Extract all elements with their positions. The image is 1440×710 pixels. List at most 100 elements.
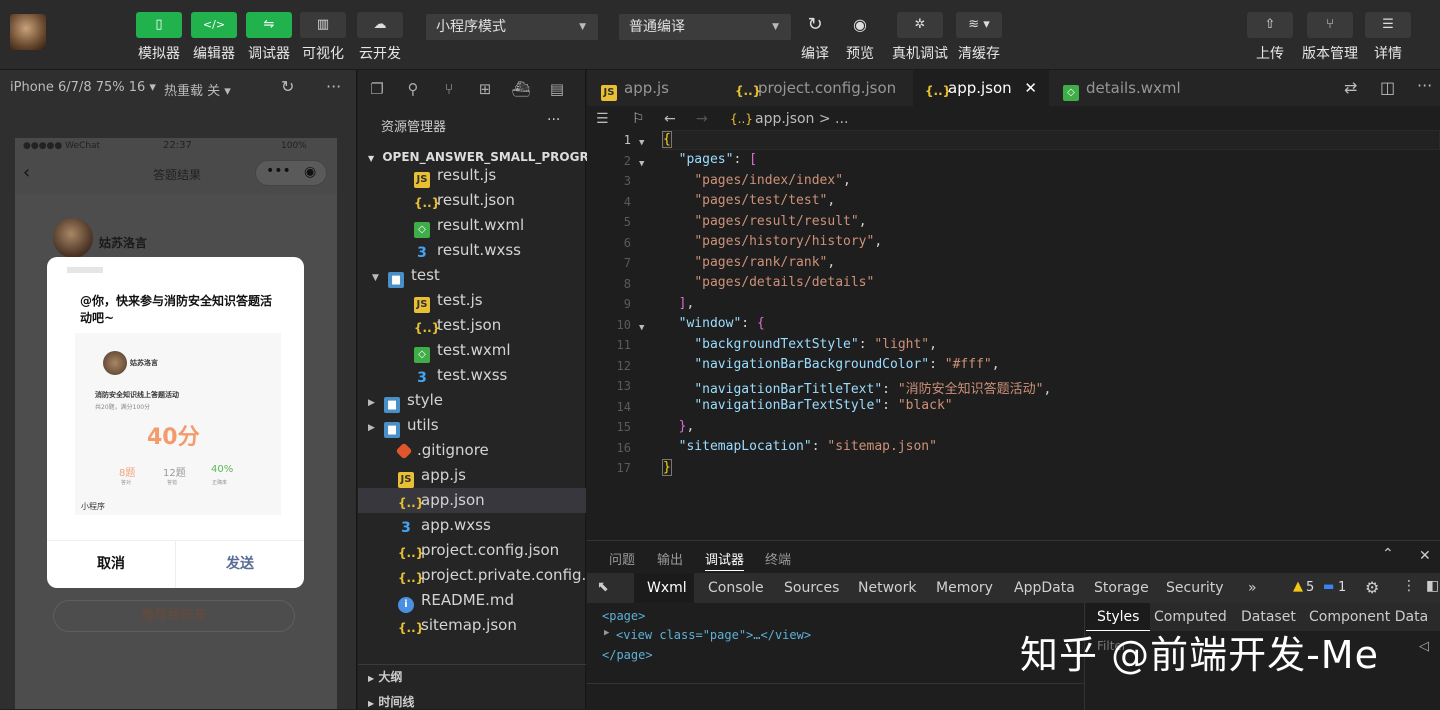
gear-icon[interactable]: ⚙ [1365,578,1379,597]
dom-node[interactable]: <view class="page">…</view> [616,628,811,642]
timeline-section[interactable]: ▶ 时间线 [368,693,414,710]
close-circle-icon[interactable]: ◉ [304,164,316,180]
devtab-storage[interactable]: Storage [1094,573,1149,603]
upload-button[interactable]: ⇧ 上传 [1241,12,1299,63]
close-icon[interactable]: ✕ [1024,70,1037,106]
devtab-memory[interactable]: Memory [936,573,993,603]
forward-arrow-icon[interactable]: → [696,106,708,132]
file-test-js[interactable]: JS test.js [358,288,586,313]
send-button[interactable]: 发送 [176,541,304,588]
split-editor-icon[interactable]: ◫ [1380,78,1395,97]
sidebar-toggle-icon[interactable]: ◁ [1419,639,1429,654]
visual-button[interactable]: ▥ 可视化 [294,12,352,63]
folder-test[interactable]: ▼ ▆ test [358,263,586,288]
tab-debugger[interactable]: 调试器 [705,549,745,571]
files-icon[interactable]: ❐ [366,78,388,100]
fold-icon[interactable]: ▼ [639,159,644,169]
dock-icon[interactable]: ◧ [1426,578,1439,594]
code-editor[interactable]: 1 2 3 4 5 6 7 8 9 10 11 12 13 14 15 16 17 ▼ ▼ ▼ { "pages… [587,130,1440,540]
devtab-appdata[interactable]: AppData [1014,573,1075,603]
file-project-private-config-js[interactable]: {..}project.private.config.js... [358,563,586,588]
share-card[interactable]: 姑苏洛言 消防安全知识线上答题活动 共20题，满分100分 40分 8题 答对 … [75,333,281,515]
version-button[interactable]: ⑂ 版本管理 [1298,12,1362,63]
tab-output[interactable]: 输出 [657,549,683,568]
back-icon[interactable]: ‹ [23,162,30,183]
hot-reload-toggle[interactable]: 热重载 关 ▾ [164,80,231,99]
avatar[interactable] [10,14,46,50]
folder-style[interactable]: ▶ ▆ style [358,388,586,413]
file-app-json[interactable]: {..}app.json [358,488,586,513]
devtab-network[interactable]: Network [858,573,916,603]
warning-icon[interactable]: ▲ [1293,579,1303,594]
file-app-js[interactable]: JS app.js [358,463,586,488]
tab-problems[interactable]: 问题 [609,549,635,568]
device-select[interactable]: iPhone 6/7/8 75% 16 ▾ [10,80,156,95]
chevron-down-icon[interactable]: ▼ [372,266,386,288]
devtab-console[interactable]: Console [708,573,764,603]
preview-button[interactable]: ◉ 预览 [831,12,889,63]
file-project-config-json[interactable]: {..}project.config.json [358,538,586,563]
real-debug-button[interactable]: ✲ 真机调试 [891,12,949,63]
file-result-js[interactable]: JS result.js [358,163,586,188]
simulator-button[interactable]: ▯ 模拟器 [130,12,188,63]
file-sitemap-json[interactable]: {..}sitemap.json [358,613,586,638]
bookmark-icon[interactable]: ⚐ [632,106,645,132]
file-test-wxml[interactable]: ◇ test.wxml [358,338,586,363]
expand-icon[interactable]: ▶ [604,628,609,638]
source-control-icon[interactable]: ⑂ [438,78,460,100]
more-icon[interactable]: ··· [326,77,341,96]
file-test-json[interactable]: {..}test.json [358,313,586,338]
kebab-icon[interactable]: ⋮ [1402,578,1416,594]
file-test-wxss[interactable]: 3 test.wxss [358,363,586,388]
inspect-icon[interactable]: ⬉ [597,579,609,595]
more-icon[interactable]: ••• [266,163,291,179]
editor-button[interactable]: </> 编辑器 [185,12,243,63]
devtab-more[interactable]: » [1248,573,1257,603]
devtab-sources[interactable]: Sources [784,573,839,603]
mode-select[interactable]: 小程序模式 ▼ [426,14,598,40]
capsule-button[interactable]: ••• ◉ [255,160,327,186]
message-icon[interactable]: ▬ [1323,579,1334,593]
line-number: 10 [616,317,631,332]
chevron-right-icon[interactable]: ▶ [368,391,382,413]
cloud-button[interactable]: ☁ 云开发 [351,12,409,63]
details-button[interactable]: ☰ 详情 [1359,12,1417,63]
more-icon[interactable]: ··· [547,112,560,128]
tab-details-wxml[interactable]: ◇ details.wxml [1049,70,1209,106]
cancel-button[interactable]: 取消 [47,541,175,588]
file-result-wxml[interactable]: ◇ result.wxml [358,213,586,238]
devtab-wxml[interactable]: Wxml [634,573,694,603]
file-gitignore[interactable]: .gitignore [358,438,586,463]
folder-utils[interactable]: ▶ ▆ utils [358,413,586,438]
devtab-security[interactable]: Security [1166,573,1224,603]
list-icon[interactable]: ☰ [596,106,609,132]
tab-terminal[interactable]: 终端 [765,549,791,568]
file-result-wxss[interactable]: 3 result.wxss [358,238,586,263]
compare-icon[interactable]: ⇄ [1344,78,1357,97]
fold-icon[interactable]: ▼ [639,138,644,148]
chevron-up-icon[interactable]: ⌃ [1382,546,1394,562]
debugger-button[interactable]: ⇋ 调试器 [240,12,298,63]
dom-node[interactable]: </page> [602,648,653,662]
file-app-wxss[interactable]: 3 app.wxss [358,513,586,538]
tab-app-js[interactable]: JS app.js [587,70,721,106]
outline-section[interactable]: ▶ 大纲 [368,668,402,685]
recommend-button[interactable]: 推荐给好友 [53,600,295,632]
extensions-icon[interactable]: ⊞ [474,78,496,100]
docker-icon[interactable]: ⛴ [510,78,532,100]
file-readme-md[interactable]: i README.md [358,588,586,613]
file-result-json[interactable]: {..}result.json [358,188,586,213]
clear-cache-button[interactable]: ≋ ▾ 清缓存 [950,12,1008,63]
tab-project-config[interactable]: {..}project.config.json [721,70,913,106]
search-icon[interactable]: ⚲ [402,78,424,100]
back-arrow-icon[interactable]: ← [664,106,676,132]
chevron-right-icon[interactable]: ▶ [368,416,382,438]
close-icon[interactable]: ✕ [1419,548,1431,564]
compile-mode-select[interactable]: 普通编译 ▼ [619,14,791,40]
rotate-icon[interactable]: ↻ [281,77,294,96]
fold-icon[interactable]: ▼ [639,323,644,333]
dom-node[interactable]: <page> [602,609,645,623]
more-icon[interactable]: ··· [1417,76,1432,95]
tab-app-json[interactable]: {..}app.json ✕ [913,70,1049,106]
panel-icon[interactable]: ▤ [546,78,568,100]
